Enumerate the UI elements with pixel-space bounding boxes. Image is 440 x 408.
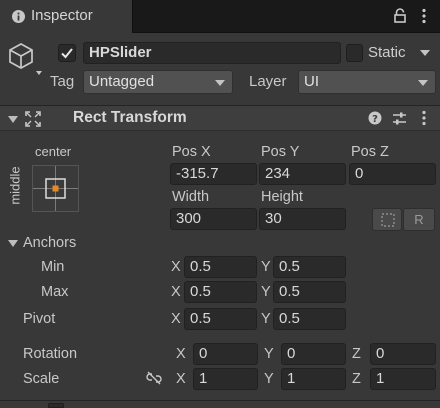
static-dropdown-icon[interactable] [420,50,430,56]
static-label: Static [368,44,406,61]
checkmark-icon [61,48,73,59]
raw-edit-button[interactable]: R [403,208,435,231]
tab-inspector[interactable]: Inspector [0,0,133,33]
lock-icon[interactable] [393,8,407,24]
raw-edit-label: R [414,212,424,227]
rotation-x-input[interactable]: 0 [193,343,258,365]
gameobject-name-input[interactable]: HPSlider [83,42,341,64]
anchor-max-x-input[interactable]: 0.5 [184,281,257,303]
height-label: Height [261,189,303,205]
width-input[interactable]: 300 [170,208,257,230]
unlink-scale-icon[interactable] [146,370,162,386]
axis-x-label: X [171,311,181,327]
rotation-label: Rotation [23,346,78,362]
anchor-max-y-input[interactable]: 0.5 [273,281,346,303]
chevron-down-icon [215,80,225,86]
layer-label: Layer [249,73,287,90]
anchor-horizontal-label: center [35,144,72,159]
pos-x-input[interactable]: -315.7 [170,163,257,185]
scale-y-input[interactable]: 1 [281,368,346,390]
anchor-preset-button[interactable] [32,165,79,212]
axis-y-label: Y [261,284,271,300]
axis-y-label: Y [261,311,271,327]
rect-transform-icon [25,111,41,127]
pos-z-input[interactable]: 0 [349,163,436,185]
anchor-min-y-input[interactable]: 0.5 [273,256,346,278]
next-component-checkbox[interactable] [48,403,64,408]
pos-y-label: Pos Y [261,144,300,160]
pos-x-label: Pos X [172,144,211,160]
axis-x-label: X [176,371,186,387]
scale-z-input[interactable]: 1 [370,368,436,390]
scale-x-input[interactable]: 1 [193,368,258,390]
presets-icon[interactable] [392,111,407,126]
height-input[interactable]: 30 [259,208,346,230]
pivot-label: Pivot [23,311,56,327]
tag-value: Untagged [89,73,155,90]
more-icon[interactable] [421,8,427,24]
static-checkbox[interactable] [346,44,363,62]
axis-z-label: Z [352,346,361,362]
section-divider [0,400,440,401]
pos-z-label: Pos Z [351,144,389,160]
tab-title: Inspector [31,7,93,24]
axis-x-label: X [171,284,181,300]
axis-y-label: Y [261,259,271,275]
pivot-y-input[interactable]: 0.5 [273,308,346,330]
anchors-foldout-arrow-icon[interactable] [8,240,18,247]
scale-label: Scale [23,371,60,387]
rect-transform-header[interactable]: Rect Transform ? [0,105,440,131]
pivot-x-input[interactable]: 0.5 [184,308,257,330]
anchors-label[interactable]: Anchors [23,235,76,251]
rotation-y-input[interactable]: 0 [281,343,346,365]
component-menu-icon[interactable] [421,110,427,126]
blueprint-mode-button[interactable] [372,208,402,231]
axis-y-label: Y [264,346,274,362]
tab-bar: Inspector [0,0,440,33]
axis-z-label: Z [352,371,361,387]
tag-label: Tag [50,73,75,90]
axis-y-label: Y [264,371,274,387]
width-label: Width [172,189,210,205]
gameobject-cube-icon[interactable] [6,41,42,77]
chevron-down-icon [418,80,428,86]
anchor-preset-icon [33,166,78,211]
axis-x-label: X [176,346,186,362]
layer-dropdown[interactable]: UI [298,70,436,94]
component-title: Rect Transform [73,109,187,126]
svg-text:?: ? [372,114,378,125]
help-icon[interactable]: ? [368,111,382,125]
active-checkbox[interactable] [58,44,76,62]
anchor-vertical-label: middle [7,166,23,205]
anchor-min-label: Min [41,259,65,275]
anchor-max-label: Max [41,284,69,300]
axis-x-label: X [171,259,181,275]
tag-dropdown[interactable]: Untagged [83,70,233,94]
blueprint-icon [381,213,395,227]
rotation-z-input[interactable]: 0 [370,343,436,365]
layer-value: UI [304,73,319,90]
foldout-arrow-icon[interactable] [8,116,18,123]
anchor-min-x-input[interactable]: 0.5 [184,256,257,278]
info-icon [12,10,25,23]
pos-y-input[interactable]: 234 [259,163,346,185]
